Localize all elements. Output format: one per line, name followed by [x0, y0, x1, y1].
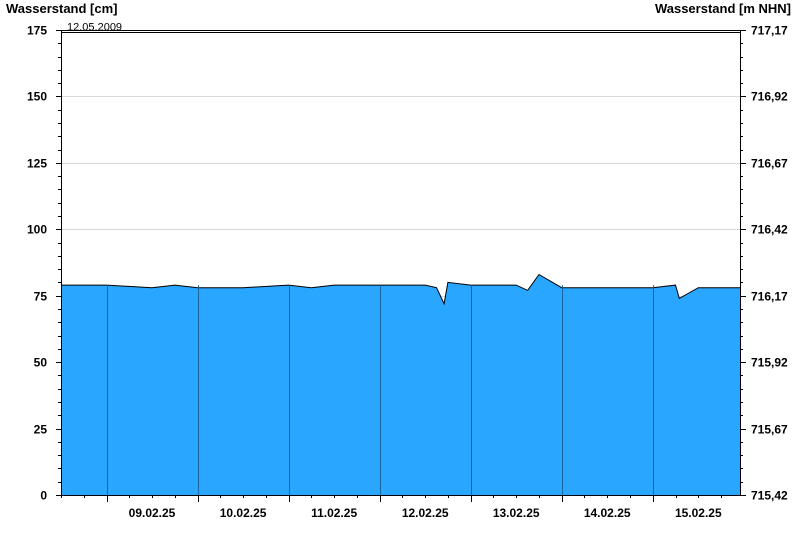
- x-tick-label: 11.02.25: [311, 506, 357, 520]
- right-axis-title: Wasserstand [m NHN]: [655, 1, 791, 16]
- water-level-area: [61, 274, 740, 495]
- left-y-axis: 0 25 50 75 100 125 150 175: [27, 24, 61, 503]
- left-tick-label: 125: [27, 157, 47, 171]
- water-level-chart: Wasserstand [cm] Wasserstand [m NHN] 12.…: [6, 1, 791, 520]
- x-tick-label: 12.02.25: [402, 506, 449, 520]
- right-tick-label: 715,92: [751, 356, 788, 370]
- left-tick-label: 150: [27, 90, 47, 104]
- x-tick-label: 15.02.25: [675, 506, 722, 520]
- x-tick-label: 10.02.25: [220, 506, 267, 520]
- left-tick-label: 0: [40, 489, 47, 503]
- right-tick-label: 715,67: [751, 423, 788, 437]
- x-tick-label: 09.02.25: [129, 506, 176, 520]
- left-axis-title: Wasserstand [cm]: [6, 1, 118, 16]
- left-tick-label: 75: [34, 290, 48, 304]
- left-tick-label: 50: [34, 356, 48, 370]
- right-tick-label: 716,92: [751, 90, 788, 104]
- left-tick-label: 100: [27, 223, 47, 237]
- right-tick-label: 715,42: [751, 489, 788, 503]
- x-tick-label: 13.02.25: [493, 506, 540, 520]
- right-tick-label: 717,17: [751, 24, 788, 38]
- left-tick-label: 175: [27, 24, 47, 38]
- right-tick-label: 716,17: [751, 290, 788, 304]
- left-tick-label: 25: [34, 423, 48, 437]
- water-level-area-series: [61, 273, 740, 495]
- right-y-axis: 715,42 715,67 715,92 716,17 716,42 716,67 716,…: [740, 24, 788, 503]
- right-tick-label: 716,42: [751, 223, 788, 237]
- x-tick-label: 14.02.25: [584, 506, 631, 520]
- x-axis: 09.02.25 10.02.25 11.02.25 12.02.25 13.02.25…: [61, 495, 722, 520]
- right-tick-label: 716,67: [751, 157, 788, 171]
- reference-date-label: 12.05.2009: [67, 22, 122, 34]
